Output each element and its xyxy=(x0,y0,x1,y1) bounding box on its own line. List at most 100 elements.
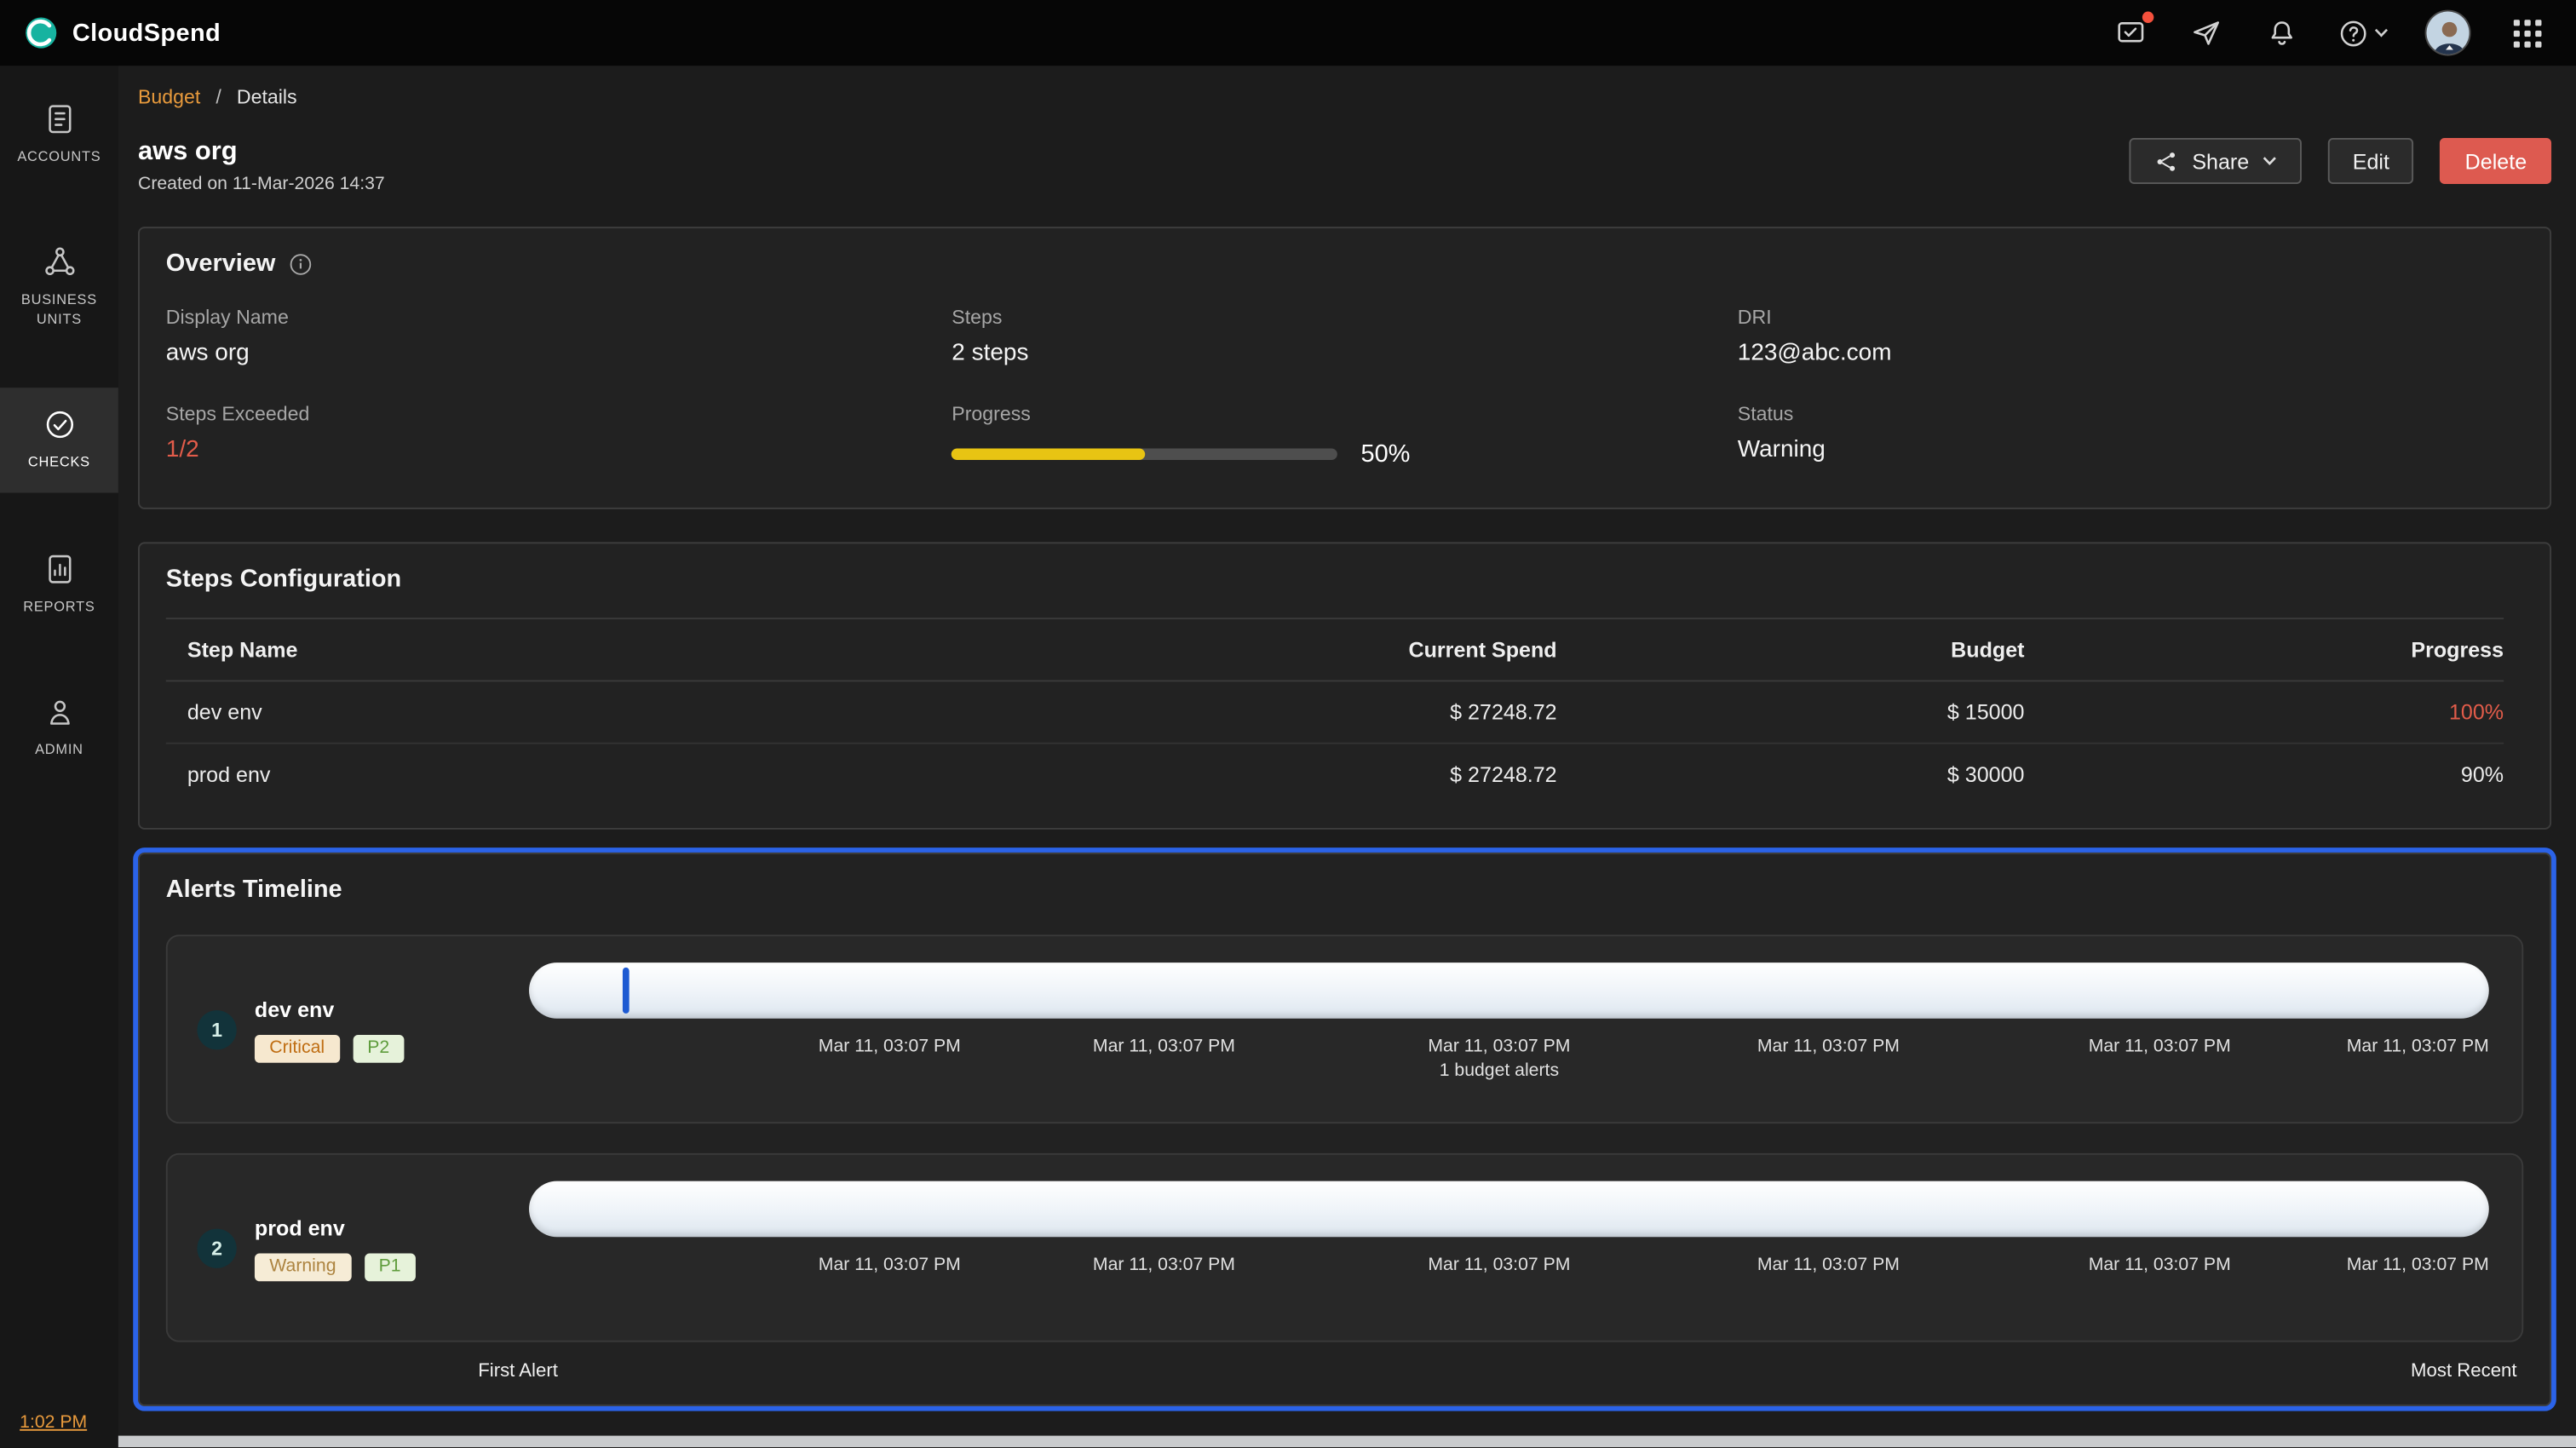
most-recent-label: Most Recent xyxy=(2411,1362,2517,1382)
field-value: 2 steps xyxy=(952,340,1737,366)
help-menu[interactable] xyxy=(2337,17,2389,49)
column-current-spend: Current Spend xyxy=(984,637,1556,662)
breadcrumb-separator: / xyxy=(216,85,221,108)
horizontal-scrollbar[interactable] xyxy=(118,1436,2576,1448)
steps-table: Step Name Current Spend Budget Progress … xyxy=(140,611,2550,828)
overview-card: Overview Display Name aws org Steps 2 st xyxy=(138,227,2551,509)
cell-step-name: prod env xyxy=(166,762,985,787)
alert-marker[interactable] xyxy=(623,968,630,1014)
sidebar-item-label: REPORTS xyxy=(23,598,95,617)
top-navbar: CloudSpend xyxy=(0,0,2576,66)
header-actions: Share Edit Delete xyxy=(2130,138,2551,184)
chevron-down-icon xyxy=(2374,28,2389,38)
field-value: 1/2 xyxy=(166,437,952,463)
edit-button[interactable]: Edit xyxy=(2328,138,2414,184)
steps-configuration-title: Steps Configuration xyxy=(140,543,2550,611)
overview-title-text: Overview xyxy=(166,250,276,278)
timeline-timestamp: Mar 11, 03:07 PM xyxy=(1757,1255,1900,1274)
table-row: prod env $ 27248.72 $ 30000 90% xyxy=(166,744,2504,805)
field-label: DRI xyxy=(1738,306,2524,329)
timeline-timestamp: Mar 11, 03:07 PM xyxy=(2347,1037,2489,1056)
sidebar-item-label: ADMIN xyxy=(35,741,83,760)
sidebar-item-checks[interactable]: CHECKS xyxy=(0,388,118,492)
share-button[interactable]: Share xyxy=(2130,138,2302,184)
timeline-region: Mar 11, 03:07 PM Mar 11, 03:07 PM Mar 11… xyxy=(529,1181,2489,1307)
table-row: dev env $ 27248.72 $ 15000 100% xyxy=(166,681,2504,744)
column-budget: Budget xyxy=(1557,637,2025,662)
admin-icon xyxy=(42,695,76,730)
feedback-icon[interactable] xyxy=(2111,13,2150,52)
field-value: 123@abc.com xyxy=(1738,340,2524,366)
overview-fields: Display Name aws org Steps 2 steps DRI 1… xyxy=(140,296,2550,508)
timestamps-row: Mar 11, 03:07 PM Mar 11, 03:07 PM Mar 11… xyxy=(529,1255,2489,1307)
cell-progress: 90% xyxy=(2025,762,2504,787)
sidebar-item-business-units[interactable]: BUSINESS UNITS xyxy=(0,226,118,349)
app-window: CloudSpend xyxy=(0,0,2576,1447)
checks-icon xyxy=(42,408,76,443)
alerts-timeline-title-text: Alerts Timeline xyxy=(166,876,342,904)
priority-badge: P1 xyxy=(364,1253,416,1281)
brand[interactable]: CloudSpend xyxy=(23,14,221,50)
share-button-label: Share xyxy=(2192,149,2249,174)
progress-bar-fill xyxy=(952,448,1145,460)
field-status: Status Warning xyxy=(1738,402,2524,468)
steps-configuration-title-text: Steps Configuration xyxy=(166,565,401,593)
sidebar-item-reports[interactable]: REPORTS xyxy=(0,532,118,636)
sidebar-item-admin[interactable]: ADMIN xyxy=(0,675,118,779)
timeline-timestamp: Mar 11, 03:07 PM xyxy=(1093,1037,1235,1056)
sidebar-item-accounts[interactable]: ACCOUNTS xyxy=(0,82,118,186)
page-header: aws org Created on 11-Mar-2026 14:37 Sha… xyxy=(138,138,2551,194)
breadcrumb-budget-link[interactable]: Budget xyxy=(138,85,200,108)
page-title: aws org xyxy=(138,138,385,168)
alerts-timeline-card: Alerts Timeline 1 dev env Critical P2 xyxy=(138,853,2551,1406)
accounts-icon xyxy=(42,102,76,136)
alert-step-name: prod env xyxy=(255,1215,416,1239)
alert-badges: Critical P2 xyxy=(255,1034,405,1062)
status-badge: Warning xyxy=(1738,437,2524,463)
alert-timeline-row-dev-env: 1 dev env Critical P2 Mar 11, 03:07 xyxy=(166,934,2523,1123)
sidebar-time-link[interactable]: 1:02 PM xyxy=(20,1413,87,1433)
sidebar: ACCOUNTS BUSINESS UNITS CHECKS xyxy=(0,66,118,1447)
cell-current-spend: $ 27248.72 xyxy=(984,762,1556,787)
timeline-timestamp: Mar 11, 03:07 PM xyxy=(1757,1037,1900,1056)
first-alert-label: First Alert xyxy=(478,1362,558,1382)
user-avatar[interactable] xyxy=(2425,10,2471,56)
field-progress: Progress 50% xyxy=(952,402,1737,468)
alert-row-meta: dev env Critical P2 xyxy=(255,997,405,1062)
field-display-name: Display Name aws org xyxy=(166,306,952,366)
timestamps-row: Mar 11, 03:07 PM Mar 11, 03:07 PM Mar 11… xyxy=(529,1037,2489,1089)
field-label: Status xyxy=(1738,402,2524,425)
timeline-bar[interactable] xyxy=(529,962,2489,1019)
timeline-timestamp: Mar 11, 03:07 PM xyxy=(819,1255,961,1274)
step-number-badge: 2 xyxy=(197,1228,236,1267)
timeline-timestamp: Mar 11, 03:07 PM 1 budget alerts xyxy=(1428,1037,1570,1081)
share-icon xyxy=(2154,149,2179,174)
timeline-timestamp: Mar 11, 03:07 PM xyxy=(1093,1255,1235,1274)
delete-button[interactable]: Delete xyxy=(2441,138,2551,184)
alerts-timeline-title: Alerts Timeline xyxy=(140,854,2550,922)
timeline-timestamp: Mar 11, 03:07 PM xyxy=(819,1037,961,1056)
sidebar-item-label: BUSINESS UNITS xyxy=(10,291,109,329)
alerts-footer: First Alert Most Recent xyxy=(140,1342,2550,1405)
timeline-region: Mar 11, 03:07 PM Mar 11, 03:07 PM Mar 11… xyxy=(529,962,2489,1089)
field-dri: DRI 123@abc.com xyxy=(1738,306,2524,366)
info-icon[interactable] xyxy=(289,252,312,275)
steps-table-header: Step Name Current Spend Budget Progress xyxy=(166,618,2504,681)
overview-card-title: Overview xyxy=(140,228,2550,296)
brand-name: CloudSpend xyxy=(72,19,221,47)
cell-step-name: dev env xyxy=(166,700,985,725)
chevron-down-icon xyxy=(2263,156,2277,166)
timeline-bar[interactable] xyxy=(529,1181,2489,1238)
progress-percent-text: 50% xyxy=(1360,440,1410,468)
field-steps: Steps 2 steps xyxy=(952,306,1737,366)
alert-badges: Warning P1 xyxy=(255,1253,416,1281)
progress-bar xyxy=(952,448,1337,460)
whats-new-icon[interactable] xyxy=(2187,13,2226,52)
severity-badge: Warning xyxy=(255,1253,351,1281)
field-value: aws org xyxy=(166,340,952,366)
notifications-icon[interactable] xyxy=(2263,13,2302,52)
field-label: Steps xyxy=(952,306,1737,329)
apps-grid-icon[interactable] xyxy=(2507,13,2546,52)
alert-step-name: dev env xyxy=(255,997,405,1021)
steps-configuration-card: Steps Configuration Step Name Current Sp… xyxy=(138,542,2551,829)
